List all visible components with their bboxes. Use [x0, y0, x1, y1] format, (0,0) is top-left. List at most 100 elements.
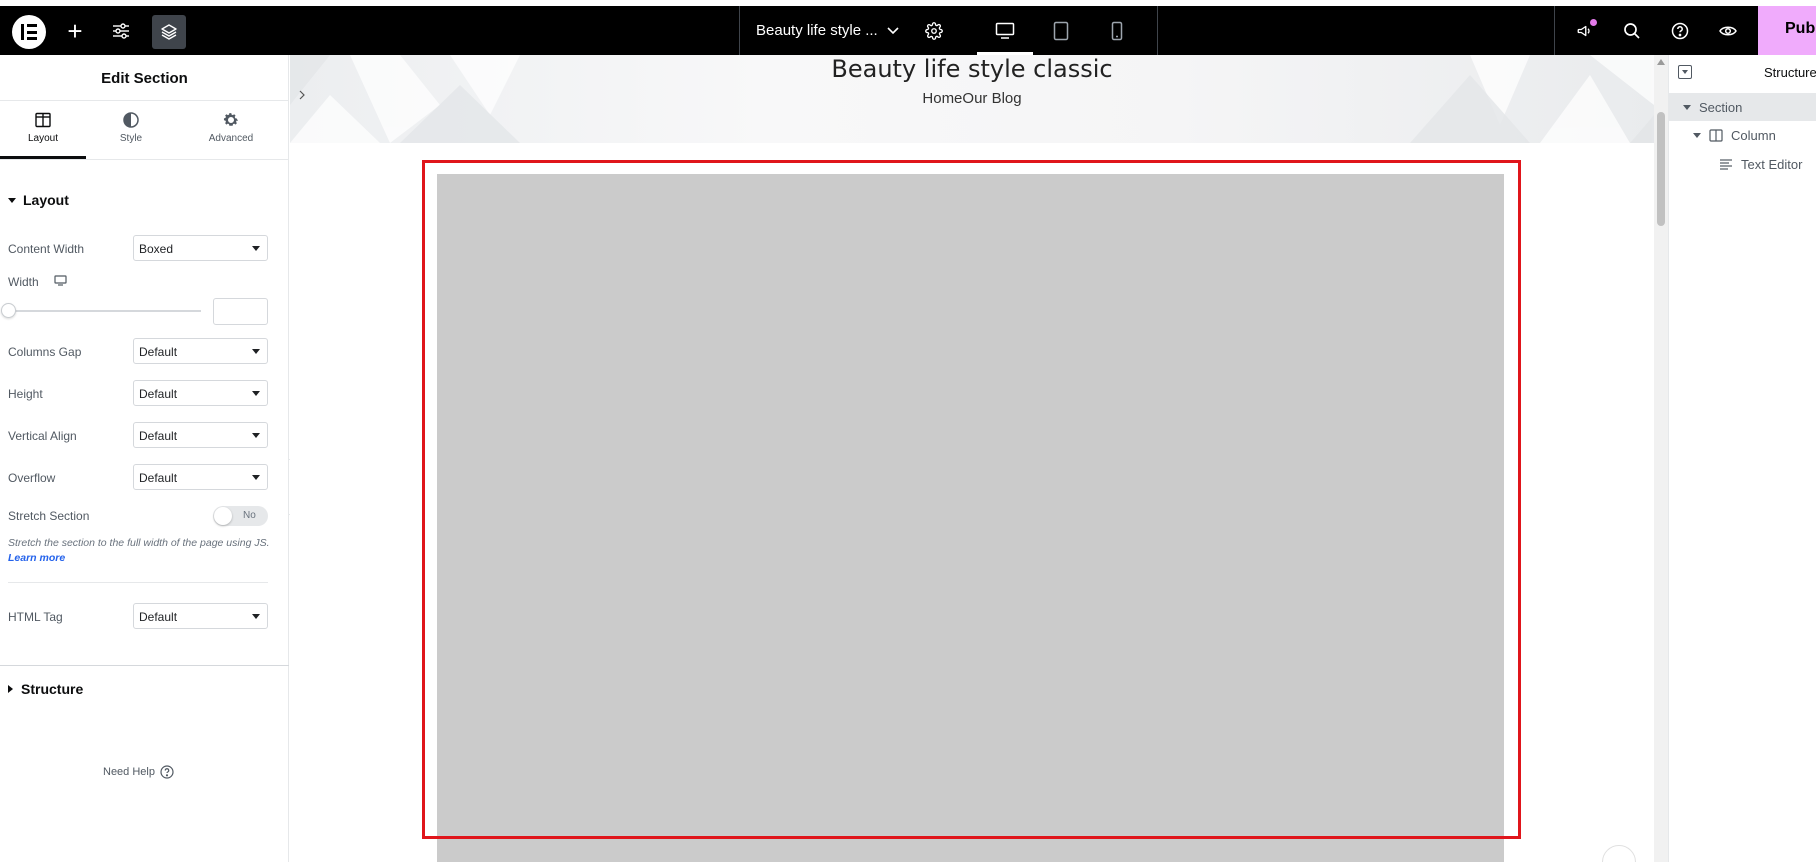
- text-align-icon: [1720, 159, 1732, 170]
- caret-down-icon[interactable]: [1693, 132, 1701, 138]
- desktop-icon: [995, 22, 1015, 39]
- content-width-label: Content Width: [8, 242, 85, 256]
- navigator-item-section[interactable]: Section: [1669, 93, 1816, 121]
- site-settings-button[interactable]: [108, 18, 134, 44]
- selected-section-outline[interactable]: [422, 160, 1521, 839]
- html-tag-select[interactable]: Default: [133, 603, 268, 629]
- navigator-title: Structure: [1764, 65, 1816, 80]
- content-width-select[interactable]: Boxed: [133, 235, 268, 261]
- search-icon: [1624, 23, 1640, 39]
- need-help-label: Need Help: [103, 766, 155, 778]
- navigator-item-text-editor[interactable]: Text Editor: [1669, 150, 1816, 178]
- caret-down-icon[interactable]: [1683, 104, 1691, 110]
- top-bar: + Beauty life style ... Pub: [0, 6, 1816, 55]
- structure-section-title: Structure: [21, 681, 84, 697]
- page-settings-button[interactable]: [921, 18, 947, 44]
- columns-icon: [35, 112, 51, 128]
- structure-section-toggle[interactable]: Structure: [8, 681, 83, 697]
- mobile-view-button[interactable]: [1102, 16, 1132, 46]
- floating-action-button[interactable]: [1602, 845, 1636, 862]
- dropdown-arrow-icon: [252, 614, 260, 619]
- caret-right-icon: [8, 685, 13, 693]
- navigator-item-label: Column: [1731, 127, 1776, 143]
- dropdown-arrow-icon: [252, 391, 260, 396]
- column-icon: [1709, 128, 1723, 142]
- content-width-value: Boxed: [139, 242, 174, 256]
- overflow-value: Default: [139, 471, 178, 485]
- columns-gap-value: Default: [139, 345, 178, 359]
- notifications-button[interactable]: [1572, 18, 1598, 44]
- page-canvas: Beauty life style classic Home Our Blog: [290, 55, 1654, 862]
- columns-gap-select[interactable]: Default: [133, 338, 268, 364]
- height-select[interactable]: Default: [133, 380, 268, 406]
- notification-dot: [1590, 19, 1597, 26]
- scrollbar-thumb[interactable]: [1657, 112, 1665, 226]
- elementor-logo-icon: [21, 24, 37, 40]
- tab-style[interactable]: Style: [86, 101, 176, 159]
- html-tag-label: HTML Tag: [8, 610, 63, 624]
- hero-banner: Beauty life style classic Home Our Blog: [290, 55, 1654, 143]
- vertical-align-select[interactable]: Default: [133, 422, 268, 448]
- caret-down-icon: [1682, 70, 1688, 74]
- breadcrumb: Home Our Blog: [290, 90, 1654, 107]
- learn-more-link[interactable]: Learn more: [8, 552, 65, 564]
- elementor-logo-button[interactable]: [12, 15, 46, 49]
- mobile-icon: [1111, 21, 1123, 41]
- scroll-up-arrow-icon[interactable]: [1657, 59, 1665, 65]
- gear-icon: [223, 113, 239, 126]
- dropdown-arrow-icon: [252, 349, 260, 354]
- tab-style-label: Style: [119, 133, 143, 144]
- width-number-input[interactable]: [213, 298, 268, 325]
- publish-button[interactable]: Publ: [1758, 6, 1816, 55]
- navigator-item-label: Section: [1699, 99, 1743, 115]
- plus-icon: +: [67, 16, 83, 46]
- structure-navigator: Structure Section Column Text Editor: [1668, 55, 1816, 862]
- add-element-button[interactable]: +: [62, 18, 88, 44]
- tablet-view-button[interactable]: [1046, 16, 1076, 46]
- vertical-align-label: Vertical Align: [8, 429, 77, 443]
- width-slider-track[interactable]: [8, 310, 201, 312]
- question-circle-icon: [1671, 22, 1689, 40]
- sliders-icon: [113, 23, 129, 39]
- document-menu-button[interactable]: [880, 18, 906, 44]
- responsive-desktop-icon[interactable]: [54, 275, 67, 286]
- tab-layout[interactable]: Layout: [0, 101, 86, 159]
- width-slider-handle[interactable]: [1, 303, 16, 318]
- stretch-section-value: No: [243, 510, 256, 521]
- preview-button[interactable]: [1715, 18, 1741, 44]
- need-help-link[interactable]: Need Help: [103, 765, 174, 779]
- html-tag-value: Default: [139, 610, 178, 624]
- canvas-scrollbar[interactable]: [1654, 55, 1668, 862]
- dropdown-arrow-icon: [252, 246, 260, 251]
- overflow-select[interactable]: Default: [133, 464, 268, 490]
- active-tab-indicator: [0, 156, 86, 159]
- document-title[interactable]: Beauty life style ...: [756, 22, 878, 39]
- stretch-description-text: Stretch the section to the full width of…: [8, 537, 270, 549]
- help-button[interactable]: [1667, 18, 1693, 44]
- navigator-item-column[interactable]: Column: [1669, 121, 1816, 149]
- layout-section-toggle[interactable]: Layout: [8, 192, 69, 208]
- search-button[interactable]: [1619, 18, 1645, 44]
- width-label: Width: [8, 275, 39, 289]
- layout-section-title: Layout: [23, 192, 69, 208]
- stretch-section-label: Stretch Section: [8, 509, 90, 523]
- eye-icon: [1719, 26, 1737, 36]
- desktop-view-button[interactable]: [990, 16, 1020, 46]
- breadcrumb-home[interactable]: Home: [922, 90, 962, 107]
- breadcrumb-current: Our Blog: [962, 90, 1022, 107]
- caret-down-icon: [8, 197, 16, 203]
- tab-advanced[interactable]: Advanced: [186, 101, 276, 159]
- navigator-item-label: Text Editor: [1741, 156, 1803, 172]
- question-circle-icon: [160, 765, 174, 779]
- gear-icon: [925, 22, 943, 40]
- collapse-all-button[interactable]: [1678, 65, 1692, 79]
- structure-layers-button[interactable]: [152, 15, 186, 49]
- page-heading: Beauty life style classic: [831, 55, 1113, 83]
- stretch-section-toggle[interactable]: No: [213, 506, 268, 526]
- dropdown-arrow-icon: [252, 475, 260, 480]
- contrast-icon: [123, 112, 139, 128]
- navigator-header: Structure: [1669, 55, 1816, 91]
- tablet-icon: [1053, 21, 1069, 41]
- divider: [8, 582, 268, 583]
- layers-icon: [161, 24, 177, 40]
